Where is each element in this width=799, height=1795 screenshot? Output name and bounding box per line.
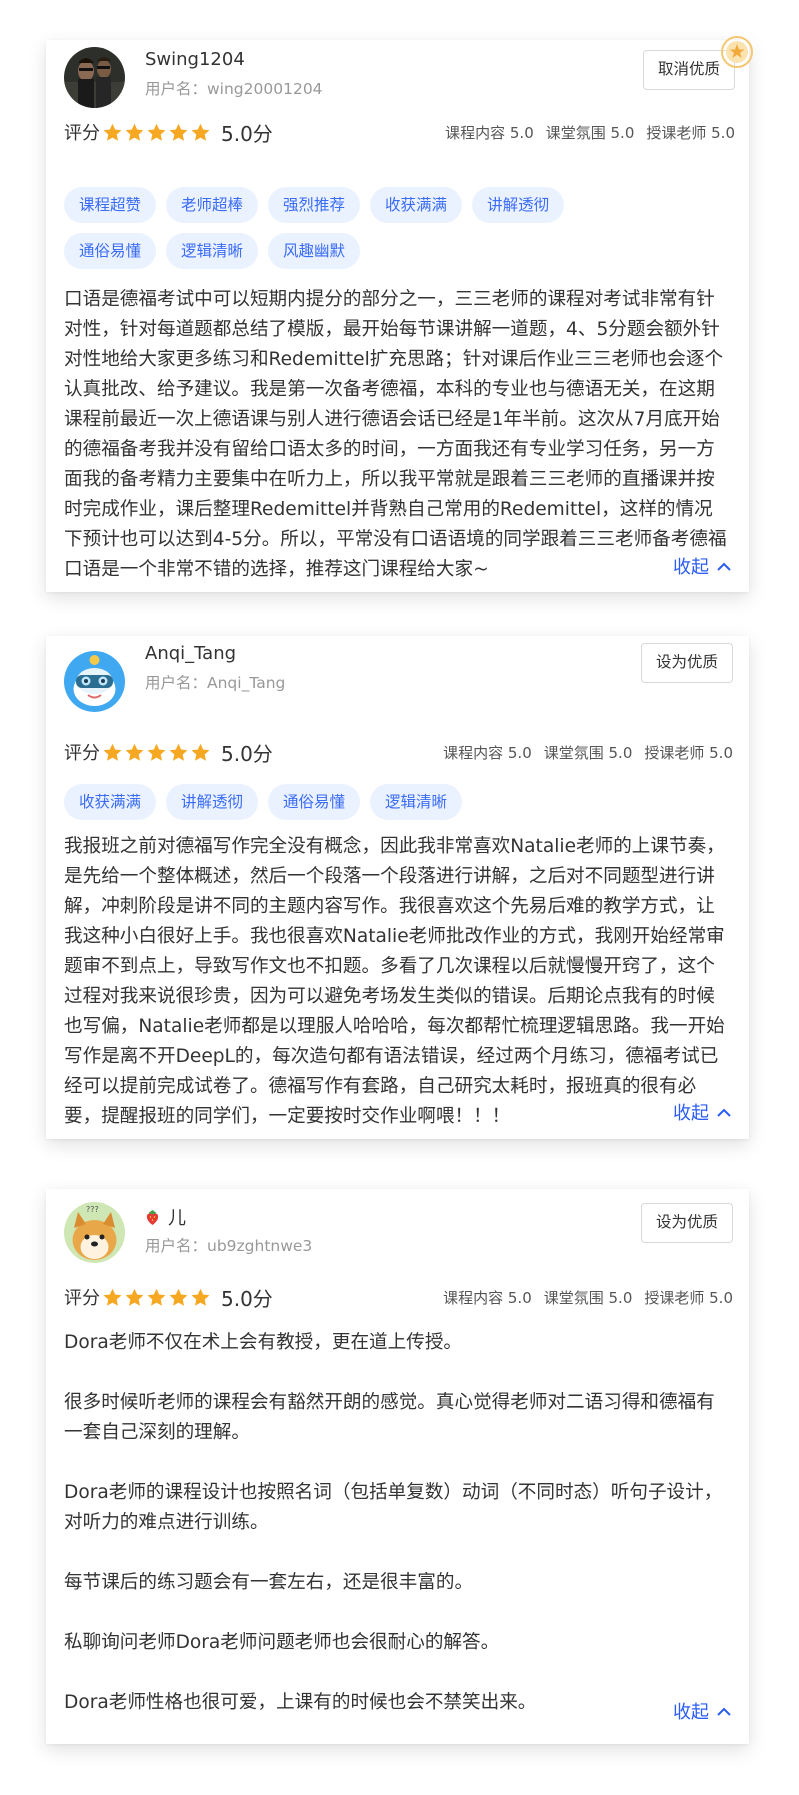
star-icon — [169, 123, 188, 141]
tag: 老师超棒 — [166, 187, 259, 223]
star-rating — [102, 1287, 211, 1308]
star-icon — [125, 1288, 144, 1306]
username: Swing1204 — [145, 49, 245, 70]
review-text: 口语是德福考试中可以短期内提分的部分之一，三三老师的课程对考试非常有针对性，针对… — [64, 285, 729, 585]
rating-row: 评分 5.0分 课程内容 5.0 课堂氛围 5.0 授课老师 5.0 — [64, 1282, 733, 1312]
collapse-label: 收起 — [673, 557, 709, 578]
tag: 逻辑清晰 — [370, 784, 463, 820]
star-icon — [191, 123, 210, 141]
rating-label: 评分 — [64, 743, 100, 764]
collapse-button[interactable]: 收起 — [673, 1698, 731, 1724]
set-quality-button[interactable]: 设为优质 — [640, 643, 733, 683]
tag: 逻辑清晰 — [166, 233, 259, 269]
tag-list: 收获满满 讲解透彻 通俗易懂 逻辑清晰 — [64, 784, 729, 820]
review-paragraph: 每节课后的练习题会有一套左右，还是很丰富的。 — [64, 1572, 474, 1593]
sub-score-teacher: 授课老师 5.0 — [646, 123, 735, 142]
sub-score-content: 课程内容 5.0 — [443, 1288, 532, 1307]
review-card: ??? 儿 用户名：ub9zghtnwe3 设为优质 评分 5.0分 课程内容 … — [46, 1189, 749, 1744]
review-text: Dora老师不仅在术上会有教授，更在道上传授。 很多时候听老师的课程会有豁然开朗… — [64, 1328, 729, 1718]
star-icon — [169, 743, 188, 761]
star-icon — [125, 123, 144, 141]
review-paragraph: Dora老师的课程设计也按照名词（包括单复数）动词（不同时态）听句子设计，对听力… — [64, 1482, 723, 1533]
tag: 风趣幽默 — [268, 233, 361, 269]
star-icon — [125, 743, 144, 761]
star-icon — [103, 1288, 122, 1306]
set-quality-button[interactable]: 设为优质 — [640, 1203, 733, 1243]
sub-score-teacher: 授课老师 5.0 — [644, 743, 733, 762]
review-card: Swing1204 用户名：wing20001204 取消优质 评分 5.0分 … — [46, 36, 753, 592]
avatar[interactable]: ??? — [64, 1202, 125, 1263]
chevron-up-icon — [717, 1108, 731, 1117]
tag: 强烈推荐 — [268, 187, 361, 223]
tag-list: 课程超赞 老师超棒 强烈推荐 收获满满 讲解透彻 通俗易懂 逻辑清晰 风趣幽默 — [64, 187, 639, 269]
rating-row: 评分 5.0分 课程内容 5.0 课堂氛围 5.0 授课老师 5.0 — [64, 737, 733, 767]
star-rating — [102, 122, 211, 143]
star-icon — [169, 1288, 188, 1306]
username: 儿 — [168, 1208, 186, 1229]
review-paragraph: 口语是德福考试中可以短期内提分的部分之一，三三老师的课程对考试非常有针对性，针对… — [64, 289, 727, 580]
sub-scores: 课程内容 5.0 课堂氛围 5.0 授课老师 5.0 — [445, 122, 735, 143]
tag: 收获满满 — [64, 784, 157, 820]
score: 5.0分 — [221, 741, 273, 766]
quality-badge-icon — [709, 34, 755, 80]
score: 5.0分 — [221, 1286, 273, 1311]
review-paragraph: 我报班之前对德福写作完全没有概念，因此我非常喜欢Natalie老师的上课节奏，是… — [64, 836, 725, 1127]
rating-label: 评分 — [64, 1288, 100, 1309]
tag: 收获满满 — [370, 187, 463, 223]
star-icon — [147, 1288, 166, 1306]
rating-label: 评分 — [64, 123, 100, 144]
collapse-button[interactable]: 收起 — [673, 1099, 731, 1125]
star-icon — [147, 123, 166, 141]
review-paragraph: 很多时候听老师的课程会有豁然开朗的感觉。真心觉得老师对二语习得和德福有一套自己深… — [64, 1392, 715, 1443]
review-paragraph: Dora老师性格也很可爱，上课有的时候也会不禁笑出来。 — [64, 1692, 537, 1713]
collapse-label: 收起 — [673, 1103, 709, 1124]
sub-score-teacher: 授课老师 5.0 — [644, 1288, 733, 1307]
sub-score-content: 课程内容 5.0 — [443, 743, 532, 762]
tag: 讲解透彻 — [166, 784, 259, 820]
tag: 讲解透彻 — [472, 187, 565, 223]
sub-score-atmosphere: 课堂氛围 5.0 — [543, 1288, 633, 1307]
sub-scores: 课程内容 5.0 课堂氛围 5.0 授课老师 5.0 — [443, 742, 733, 763]
star-icon — [147, 743, 166, 761]
review-paragraph: Dora老师不仅在术上会有教授，更在道上传授。 — [64, 1332, 463, 1353]
username: Anqi_Tang — [145, 643, 237, 664]
star-icon — [191, 743, 210, 761]
sub-score-atmosphere: 课堂氛围 5.0 — [543, 743, 633, 762]
avatar[interactable] — [64, 47, 125, 108]
sub-scores: 课程内容 5.0 课堂氛围 5.0 授课老师 5.0 — [443, 1287, 733, 1308]
tag: 课程超赞 — [64, 187, 157, 223]
avatar[interactable] — [64, 651, 125, 712]
star-rating — [102, 742, 211, 763]
star-icon — [191, 1288, 210, 1306]
rating-row: 评分 5.0分 课程内容 5.0 课堂氛围 5.0 授课老师 5.0 — [64, 117, 735, 147]
user-id: 用户名：ub9zghtnwe3 — [145, 1237, 313, 1255]
chevron-up-icon — [717, 1707, 731, 1716]
tag: 通俗易懂 — [268, 784, 361, 820]
star-icon — [103, 743, 122, 761]
svg-text:???: ??? — [86, 1205, 99, 1214]
star-icon — [103, 123, 122, 141]
collapse-label: 收起 — [673, 1702, 709, 1723]
review-paragraph: 私聊询问老师Dora老师问题老师也会很耐心的解答。 — [64, 1632, 500, 1653]
sub-score-content: 课程内容 5.0 — [445, 123, 534, 142]
user-id: 用户名：Anqi_Tang — [145, 674, 286, 692]
sub-score-atmosphere: 课堂氛围 5.0 — [545, 123, 635, 142]
username-row: 儿 — [145, 1204, 186, 1230]
chevron-up-icon — [717, 562, 731, 571]
score: 5.0分 — [221, 121, 273, 146]
collapse-button[interactable]: 收起 — [673, 553, 731, 579]
tag: 通俗易懂 — [64, 233, 157, 269]
user-id: 用户名：wing20001204 — [145, 80, 323, 98]
strawberry-icon — [146, 1209, 159, 1225]
review-text: 我报班之前对德福写作完全没有概念，因此我非常喜欢Natalie老师的上课节奏，是… — [64, 832, 729, 1132]
review-card: Anqi_Tang 用户名：Anqi_Tang 设为优质 评分 5.0分 课程内… — [46, 636, 749, 1139]
